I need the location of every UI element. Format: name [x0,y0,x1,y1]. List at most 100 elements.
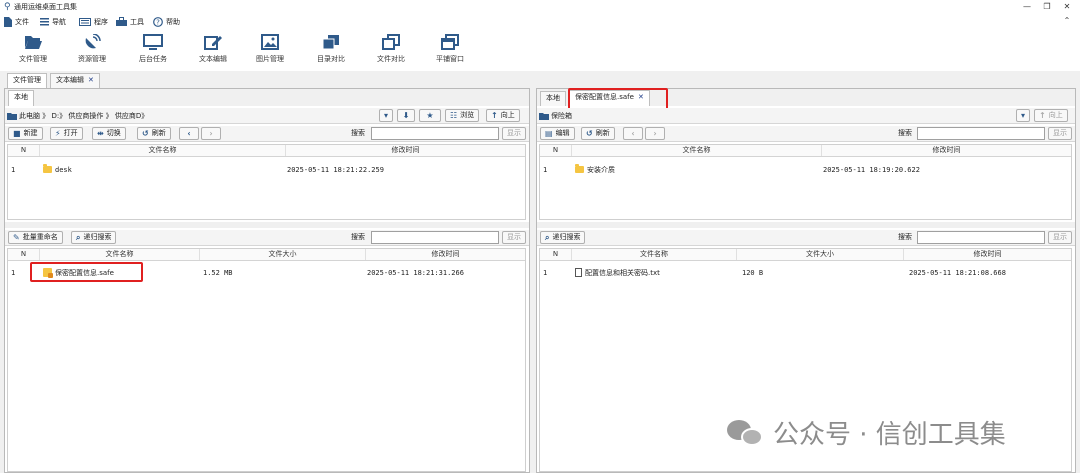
switch-label: 切换 [106,129,121,137]
show-button[interactable]: 显示 [502,231,526,244]
browse-button[interactable]: ☷ 浏览 [445,109,480,122]
recursive-search-button[interactable]: ⌕ 递归搜索 [71,231,117,244]
toolbar-tile-windows[interactable]: 平铺窗口 [423,32,477,70]
left-path-bar: 此电脑 》 D:》 供应商操作 》 供应商D》 ▾ ⬇ ★ ☷ 浏览 ↑ 向上 [5,108,529,124]
go-circle-icon: ⬇ [402,111,410,120]
col-modified[interactable]: 修改时间 [822,145,1071,156]
refresh-button[interactable]: ↺ 刷新 [137,127,171,140]
menu-programs[interactable]: 程序 [79,16,108,27]
copy-folders-icon [322,35,339,50]
splitter-handle[interactable] [537,222,1075,228]
tab-local-label: 本地 [546,94,560,102]
search-input[interactable] [371,231,499,244]
tab-file-manager-label: 文件管理 [13,76,41,84]
favorite-button[interactable]: ★ [419,109,441,122]
menu-navigation-label: 导航 [52,17,66,26]
row-index: 1 [11,269,16,277]
col-name[interactable]: 文件名称 [40,145,286,156]
path-dropdown-button[interactable]: ▾ [379,109,393,122]
menu-file[interactable]: 文件 [4,16,29,27]
col-modified[interactable]: 修改时间 [904,249,1071,260]
toolbar-image-manager[interactable]: 图片管理 [243,32,297,70]
up-button[interactable]: ↑ 向上 [1034,109,1068,122]
table-row[interactable]: 1 安装介质 2025-05-11 18:19:20.622 [540,164,1071,175]
star-icon: ★ [426,111,434,120]
search-input[interactable] [917,231,1045,244]
toolbar-file-compare[interactable]: 文件对比 [364,32,418,70]
show-button[interactable]: 显示 [502,127,526,140]
search-input[interactable] [917,127,1045,140]
path-dropdown-button[interactable]: ▾ [1016,109,1030,122]
toolbar-background-tasks[interactable]: 后台任务 [126,32,180,70]
recursive-search-button[interactable]: ⌕ 递归搜索 [540,231,586,244]
row-name: 安装介质 [587,166,615,174]
copy-files-icon [382,34,400,50]
folder-open-icon [539,113,549,120]
wechat-logo-icon [727,418,765,448]
toolbar-file-manager[interactable]: 文件管理 [6,32,60,70]
switch-button[interactable]: ⇹ 切换 [92,127,126,140]
open-button[interactable]: ⚡ 打开 [50,127,83,140]
col-modified[interactable]: 修改时间 [286,145,525,156]
magnifier-icon: ⌕ [76,233,81,242]
menu-tools[interactable]: 工具 [116,16,144,27]
new-folder-icon: ■ [13,129,21,138]
table-row[interactable]: 1 配置信息和相关密码.txt 120 B 2025-05-11 18:21:0… [540,268,1071,279]
row-time: 2025-05-11 18:21:08.668 [909,269,1006,277]
menu-navigation[interactable]: 导航 [40,16,66,27]
menu-help[interactable]: ? 帮助 [153,16,180,27]
back-button[interactable]: ‹ [179,127,199,140]
left-action-bar: ■ 新建 ⚡ 打开 ⇹ 切换 ↺ 刷新 ‹ › 搜索 显示 [5,126,529,142]
splitter-handle[interactable] [5,222,529,228]
close-tab-icon[interactable]: ✕ [88,76,94,84]
collapse-ribbon-button[interactable]: ⌃ [1058,15,1076,27]
col-name[interactable]: 文件名称 [40,249,200,260]
batch-rename-button[interactable]: ✎ 批量重命名 [8,231,63,244]
toolbar-resource-manager[interactable]: 资源管理 [65,32,119,70]
breadcrumb[interactable]: 此电脑 》 D:》 供应商操作 》 供应商D》 [7,110,379,122]
folder-icon [43,164,52,173]
edit-button[interactable]: ▤ 编辑 [540,127,575,140]
col-modified[interactable]: 修改时间 [366,249,525,260]
col-name[interactable]: 文件名称 [572,249,737,260]
col-name[interactable]: 文件名称 [572,145,822,156]
col-size[interactable]: 文件大小 [737,249,904,260]
tab-local[interactable]: 本地 [8,90,34,106]
table-row[interactable]: 1 desk 2025-05-11 18:21:22.259 [8,164,525,175]
main-tab-bar: 文件管理 文本编辑 ✕ [0,71,1080,89]
forward-button[interactable]: › [201,127,221,140]
up-button[interactable]: ↑ 向上 [486,109,520,122]
menu-programs-label: 程序 [94,17,108,26]
right-top-table: N 文件名称 修改时间 1 安装介质 2025-05-11 18:19:20.6… [539,144,1072,220]
recursive-search-label: 递归搜索 [83,233,112,241]
restore-button[interactable]: ❐ [1038,1,1056,13]
col-size[interactable]: 文件大小 [200,249,366,260]
window-icon [441,34,459,50]
show-label: 显示 [507,233,521,241]
minimize-button[interactable]: — [1018,1,1036,13]
table-header: N 文件名称 修改时间 [8,145,525,157]
breadcrumb[interactable]: 保险箱 [539,110,1009,122]
toolbar-text-editor[interactable]: 文本编辑 [186,32,240,70]
col-n[interactable]: N [540,249,572,260]
show-button[interactable]: 显示 [1048,127,1072,140]
toolbar-directory-compare[interactable]: 目录对比 [304,32,358,70]
tab-file-manager[interactable]: 文件管理 [7,73,47,89]
back-button[interactable]: ‹ [623,127,643,140]
list-icon: ☷ [450,111,458,120]
col-n[interactable]: N [8,145,40,156]
tab-local[interactable]: 本地 [540,91,566,106]
show-button[interactable]: 显示 [1048,231,1072,244]
tab-text-editor[interactable]: 文本编辑 ✕ [50,73,100,88]
search-input[interactable] [371,127,499,140]
menu-file-label: 文件 [15,17,29,26]
col-n[interactable]: N [540,145,572,156]
chevron-right-icon: › [653,129,657,138]
go-button[interactable]: ⬇ [397,109,415,122]
refresh-button[interactable]: ↺ 刷新 [581,127,615,140]
new-button[interactable]: ■ 新建 [8,127,43,140]
close-button[interactable]: ✕ [1058,1,1076,13]
lightning-icon: ⚡ [55,129,61,138]
forward-button[interactable]: › [645,127,665,140]
col-n[interactable]: N [8,249,40,260]
